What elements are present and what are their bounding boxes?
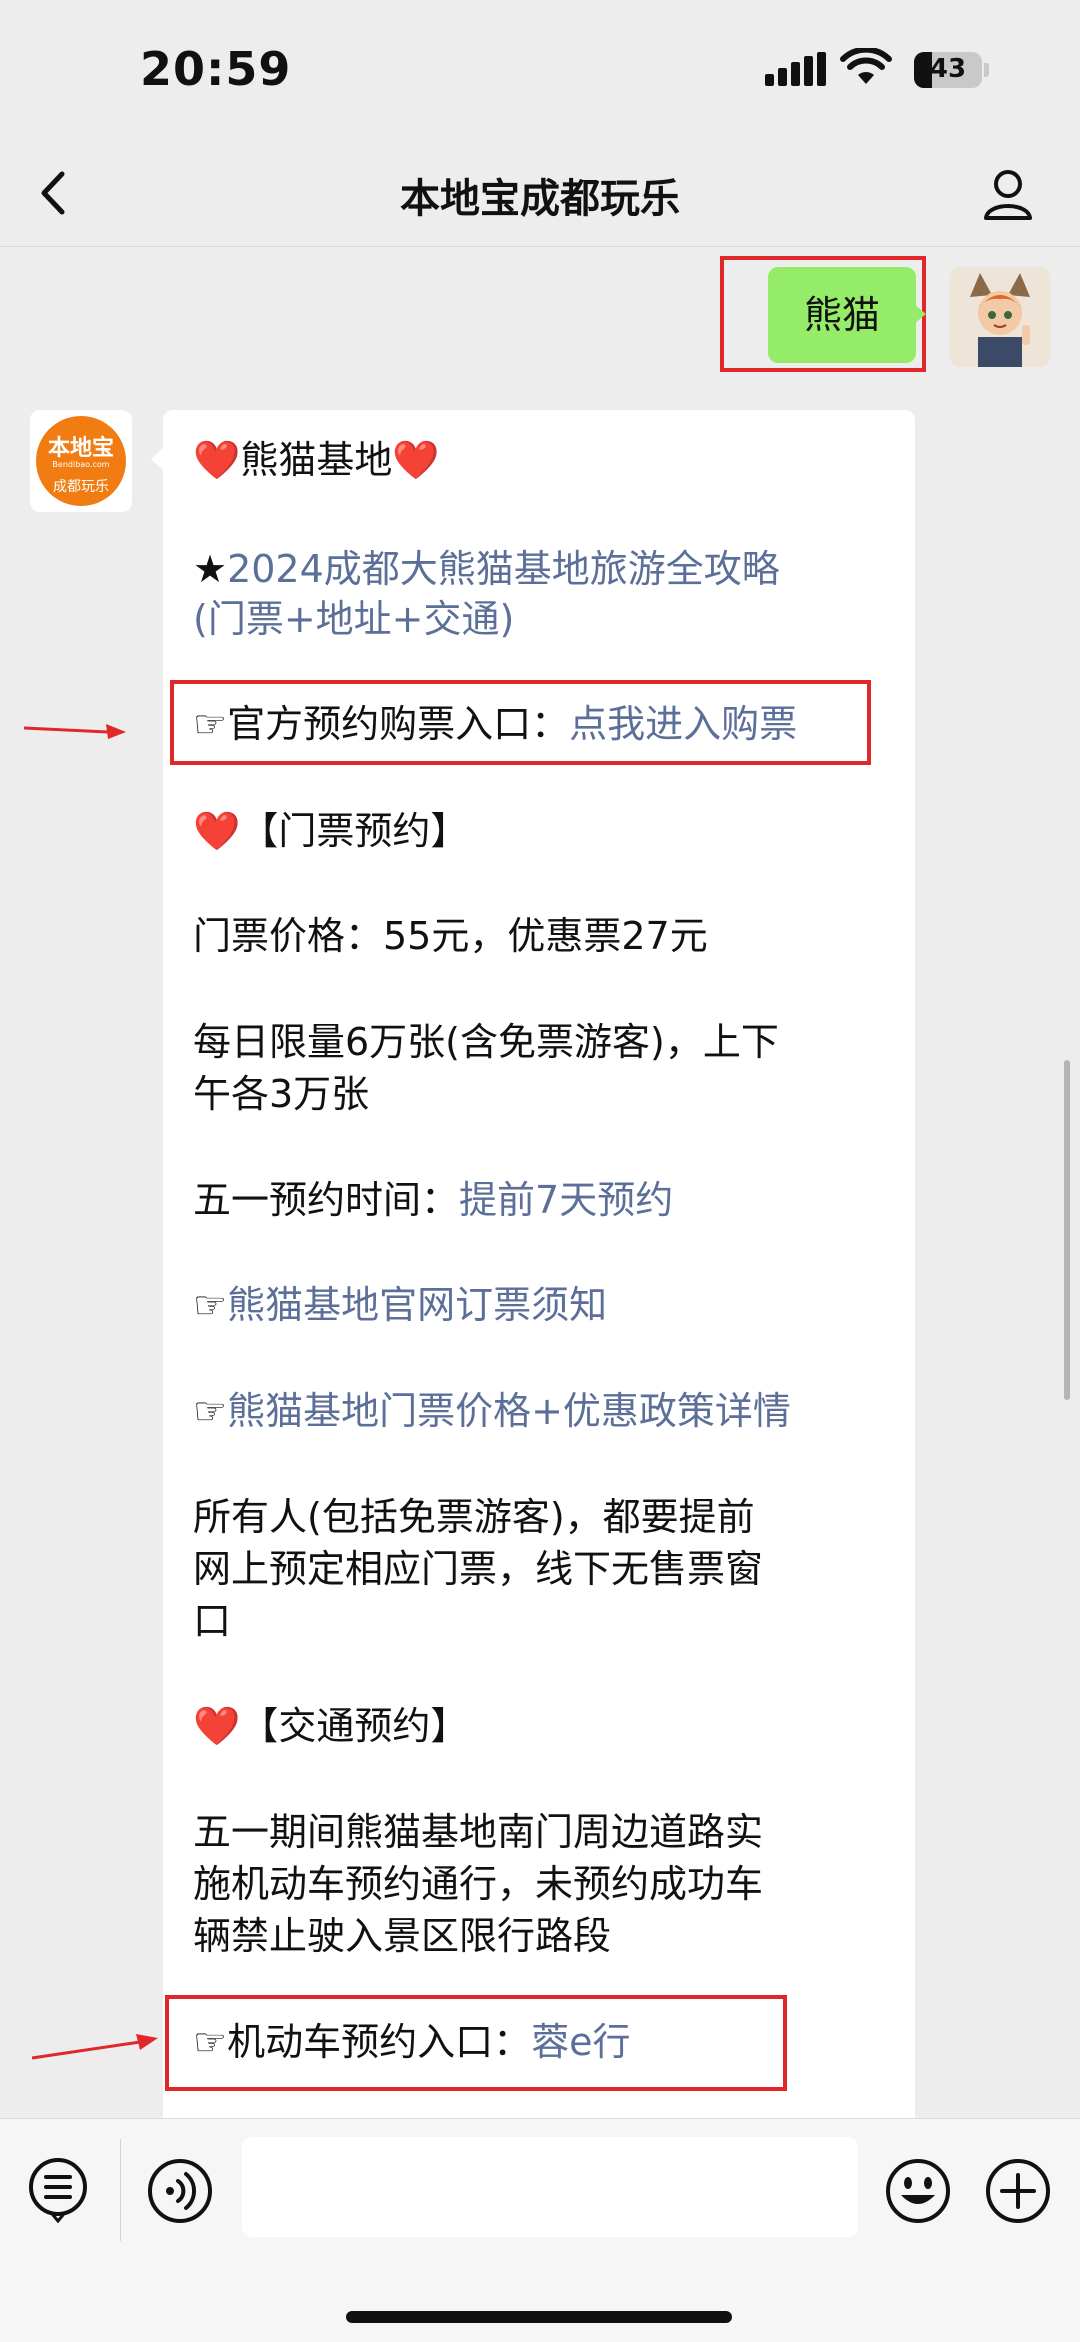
- rong-e-xing-link[interactable]: 蓉e行: [531, 2020, 630, 2064]
- ticket-notice: ☞熊猫基地官网订票须知: [193, 1279, 607, 1331]
- advance-booking-line-3: 口: [193, 1599, 232, 1643]
- pointing-hand-icon: ☞: [193, 1283, 228, 1327]
- traffic-section-heading: ❤️【交通预约】: [193, 1704, 469, 1748]
- star-icon: ★: [193, 547, 228, 591]
- menu-icon[interactable]: [26, 2155, 90, 2223]
- traffic-line-2: 施机动车预约通行，未预约成功车: [193, 1862, 764, 1906]
- ticket-notice-link[interactable]: 熊猫基地官网订票须知: [227, 1283, 607, 1327]
- status-time: 20:59: [140, 42, 292, 96]
- pointing-hand-icon: ☞: [193, 2020, 228, 2064]
- emoji-icon[interactable]: [884, 2157, 952, 2225]
- user-avatar[interactable]: [950, 267, 1050, 367]
- may-booking-time: 五一预约时间：提前7天预约: [193, 1178, 674, 1222]
- message-heading: ❤️熊猫基地❤️: [193, 438, 440, 482]
- chat-header: 本地宝成都玩乐: [0, 140, 1080, 247]
- buy-ticket-link[interactable]: 点我进入购票: [569, 702, 797, 746]
- daily-limit-line-1: 每日限量6万张(含免票游客)，上下: [193, 1020, 779, 1064]
- heart-icon: ❤️: [193, 809, 241, 853]
- voice-icon[interactable]: [146, 2157, 214, 2225]
- ticket-section-heading: ❤️【门票预约】: [193, 809, 469, 853]
- home-indicator[interactable]: [346, 2311, 732, 2323]
- book-7-days-link[interactable]: 提前7天预约: [459, 1178, 673, 1222]
- battery-icon: 43: [914, 52, 982, 88]
- heart-icon: ❤️: [193, 438, 241, 482]
- guide-link-continued[interactable]: (门票+地址+交通): [193, 593, 514, 645]
- signal-icon: [765, 52, 826, 86]
- wifi-icon: [840, 48, 892, 84]
- guide-line-1: ★2024成都大熊猫基地旅游全攻略: [193, 543, 780, 595]
- pointing-hand-icon: ☞: [193, 702, 228, 746]
- red-arrow-icon: [31, 2034, 158, 2060]
- user-message-bubble[interactable]: 熊猫: [768, 267, 916, 363]
- advance-booking-line-1: 所有人(包括免票游客)，都要提前: [193, 1495, 755, 1539]
- traffic-line-3: 辆禁止驶入景区限行路段: [193, 1914, 612, 1958]
- ticket-policy-link[interactable]: 熊猫基地门票价格+优惠政策详情: [227, 1389, 791, 1433]
- battery-level: 43: [929, 54, 967, 84]
- red-arrow-icon: [23, 724, 126, 739]
- ticket-price: 门票价格：55元，优惠票27元: [193, 914, 708, 958]
- traffic-line-1: 五一期间熊猫基地南门周边道路实: [193, 1810, 764, 1854]
- bendibao-logo: 本地宝 Bendibao.com 成都玩乐: [36, 416, 126, 506]
- chat-input-bar: [0, 2118, 1080, 2342]
- add-icon[interactable]: [984, 2157, 1052, 2225]
- official-account-avatar[interactable]: 本地宝 Bendibao.com 成都玩乐: [30, 410, 132, 512]
- ticket-entry: ☞官方预约购票入口：点我进入购票: [193, 702, 798, 746]
- advance-booking-line-2: 网上预定相应门票，线下无售票窗: [193, 1547, 764, 1591]
- daily-limit-line-2: 午各3万张: [193, 1072, 370, 1116]
- vehicle-booking-entry: ☞机动车预约入口：蓉e行: [193, 2020, 631, 2064]
- heart-icon: ❤️: [392, 438, 440, 482]
- message-input[interactable]: [242, 2137, 858, 2237]
- heart-icon: ❤️: [193, 1704, 241, 1748]
- avatar-image: [950, 267, 1050, 367]
- ticket-policy: ☞熊猫基地门票价格+优惠政策详情: [193, 1385, 791, 1437]
- guide-link[interactable]: 2024成都大熊猫基地旅游全攻略: [227, 547, 780, 591]
- status-bar: 20:59 43: [0, 0, 1080, 140]
- profile-icon[interactable]: [980, 166, 1036, 222]
- pointing-hand-icon: ☞: [193, 1389, 228, 1433]
- chat-title: 本地宝成都玩乐: [400, 176, 680, 222]
- scrollbar[interactable]: [1064, 1060, 1070, 1400]
